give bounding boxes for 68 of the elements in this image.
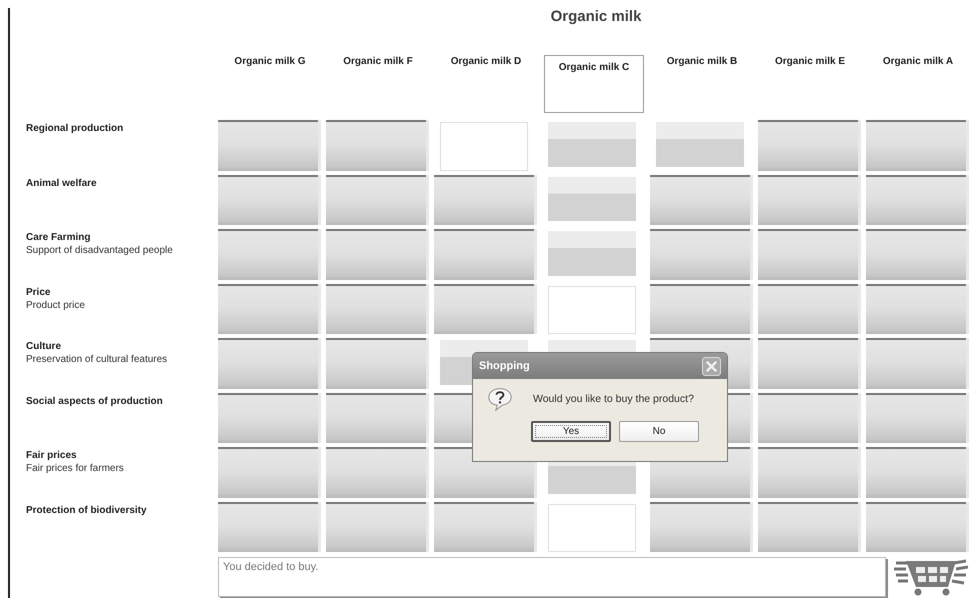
info-button[interactable] — [218, 120, 318, 170]
info-button[interactable] — [866, 392, 966, 443]
info-button[interactable] — [758, 229, 858, 280]
info-button[interactable] — [434, 284, 534, 334]
page-title: Organic milk — [550, 7, 642, 27]
info-button[interactable] — [218, 392, 318, 443]
info-button[interactable] — [326, 120, 426, 170]
product-header: Organic milk G — [233, 55, 307, 69]
dialog-button[interactable]: No — [619, 421, 699, 442]
info-button[interactable] — [650, 174, 750, 225]
info-button[interactable] — [218, 229, 318, 280]
info-button[interactable] — [218, 447, 318, 498]
attribute-name: Regional production — [26, 123, 124, 134]
info-button[interactable] — [758, 502, 858, 552]
product-header: Organic milk B — [666, 55, 738, 69]
info-button[interactable] — [326, 502, 426, 552]
info-button[interactable] — [866, 120, 966, 170]
attribute-name: Social aspects of production — [26, 396, 164, 406]
info-button[interactable] — [326, 174, 426, 225]
attribute-name: Fair prices — [26, 450, 78, 461]
info-button[interactable] — [758, 174, 858, 225]
info-button[interactable] — [218, 174, 318, 225]
info-button[interactable] — [650, 502, 750, 552]
product-header: Organic milk A — [882, 55, 954, 69]
attribute-description: Support of disadvantaged people — [26, 245, 174, 256]
attribute-name: Protection of biodiversity — [26, 504, 148, 516]
attribute-name: Care Farming — [26, 232, 92, 243]
info-button[interactable] — [326, 392, 426, 443]
attribute-description: Product price — [26, 300, 86, 310]
info-button[interactable] — [866, 284, 966, 334]
attribute-name: Price — [26, 286, 52, 298]
info-button[interactable] — [218, 338, 318, 388]
info-button[interactable] — [434, 502, 534, 552]
info-button[interactable] — [758, 284, 858, 334]
product-header: Organic milk E — [774, 55, 846, 69]
info-button[interactable] — [326, 447, 426, 498]
attribute-name: Culture — [26, 341, 62, 352]
info-button[interactable] — [434, 174, 534, 225]
dialog-message: Would you like to buy the product? — [533, 393, 694, 405]
message-field: You decided to buy. — [218, 557, 886, 597]
attribute-name: Animal welfare — [26, 178, 98, 188]
info-button[interactable] — [866, 447, 966, 498]
close-icon[interactable] — [702, 356, 721, 376]
info-button[interactable] — [866, 502, 966, 552]
info-button[interactable] — [866, 338, 966, 388]
attribute-description: Preservation of cultural features — [26, 354, 168, 365]
info-button[interactable] — [758, 447, 858, 498]
info-button[interactable] — [866, 174, 966, 225]
product-header: Organic milk D — [450, 55, 522, 69]
question-icon — [487, 387, 513, 411]
dialog-button[interactable]: Yes — [531, 421, 611, 442]
info-button[interactable] — [434, 229, 534, 280]
info-button[interactable] — [326, 284, 426, 334]
shopping-cart-icon[interactable] — [894, 557, 968, 597]
product-header: Organic milk F — [342, 55, 414, 69]
info-button[interactable] — [758, 338, 858, 388]
attribute-description: Fair prices for farmers — [26, 463, 125, 474]
info-button[interactable] — [650, 229, 750, 280]
dialog-title: Shopping — [479, 360, 530, 372]
info-button[interactable] — [758, 392, 858, 443]
product-header: Organic milk C — [544, 55, 644, 113]
info-button[interactable] — [326, 338, 426, 388]
info-button[interactable] — [326, 229, 426, 280]
info-button[interactable] — [650, 284, 750, 334]
info-button[interactable] — [218, 502, 318, 552]
info-button[interactable] — [866, 229, 966, 280]
info-button[interactable] — [758, 120, 858, 170]
info-button[interactable] — [218, 284, 318, 334]
